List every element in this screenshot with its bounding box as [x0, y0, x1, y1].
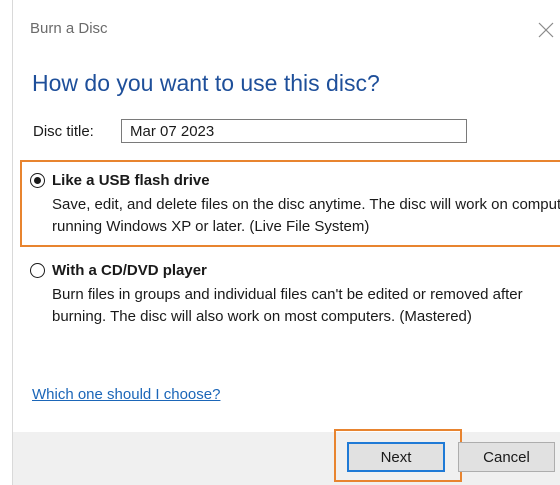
- option-label[interactable]: With a CD/DVD player: [52, 262, 207, 279]
- help-link[interactable]: Which one should I choose?: [32, 386, 220, 403]
- cancel-button[interactable]: Cancel: [458, 442, 555, 472]
- window-left-border: [12, 0, 13, 485]
- window-title: Burn a Disc: [30, 20, 108, 37]
- option-description: Burn files in groups and individual file…: [52, 286, 523, 325]
- radio-button-selected[interactable]: [30, 173, 45, 188]
- next-button[interactable]: Next: [347, 442, 445, 472]
- close-icon[interactable]: [536, 20, 556, 40]
- page-heading: How do you want to use this disc?: [32, 70, 380, 96]
- option-description: Save, edit, and delete files on the disc…: [52, 196, 560, 235]
- option-label[interactable]: Like a USB flash drive: [52, 172, 210, 189]
- burn-disc-dialog: Burn a Disc How do you want to use this …: [0, 0, 560, 485]
- disc-title-label: Disc title:: [33, 123, 94, 140]
- disc-title-input[interactable]: [121, 119, 467, 143]
- option-cd-dvd-player[interactable]: With a CD/DVD player Burn files in group…: [30, 262, 542, 328]
- radio-button-unselected[interactable]: [30, 263, 45, 278]
- option-usb-flash-drive[interactable]: Like a USB flash drive Save, edit, and d…: [30, 172, 560, 238]
